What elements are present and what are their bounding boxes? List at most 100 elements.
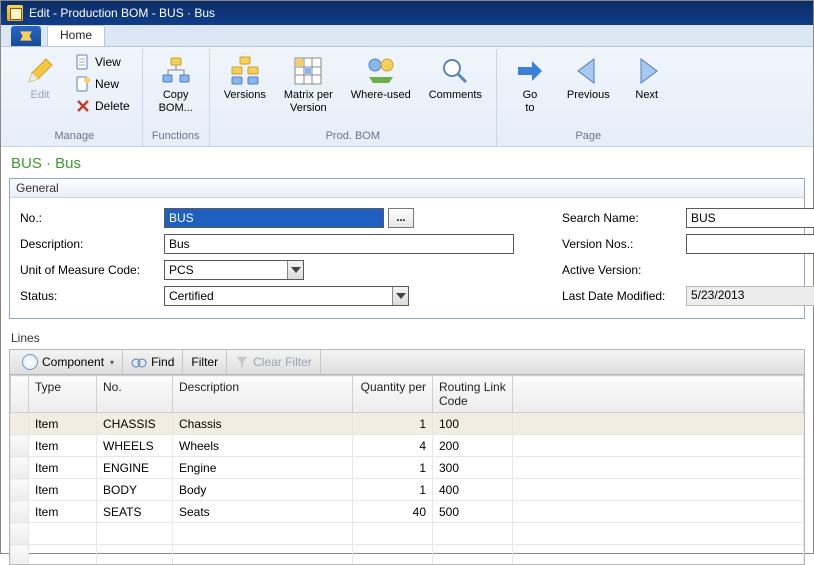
delete-button[interactable]: Delete (71, 95, 134, 117)
col-no[interactable]: No. (97, 376, 173, 413)
cell-type[interactable]: Item (29, 479, 97, 501)
row-selector[interactable] (11, 479, 29, 501)
col-spacer (513, 376, 804, 413)
cell-no[interactable]: SEATS (97, 501, 173, 523)
cell-routing[interactable]: 200 (433, 435, 513, 457)
table-row[interactable]: ItemSEATSSeats40500 (11, 501, 804, 523)
where-used-icon (365, 55, 397, 87)
next-button[interactable]: Next (622, 51, 672, 102)
previous-button[interactable]: Previous (561, 51, 616, 102)
versions-label: Versions (224, 89, 266, 102)
searchname-field[interactable] (686, 208, 814, 228)
label-uom: Unit of Measure Code: (20, 263, 150, 277)
previous-label: Previous (567, 89, 610, 102)
cell-description[interactable]: Chassis (173, 413, 353, 435)
app-menu-icon (19, 29, 33, 43)
cell-qty[interactable]: 1 (353, 413, 433, 435)
ribbon-tabs: Home (1, 25, 813, 47)
cell-type[interactable]: Item (29, 413, 97, 435)
no-lookup-button[interactable]: ... (388, 208, 414, 228)
uom-field[interactable] (164, 260, 304, 280)
group-caption-page: Page (575, 130, 601, 144)
view-label: View (95, 55, 121, 69)
no-field[interactable] (164, 208, 384, 228)
cell-no[interactable]: ENGINE (97, 457, 173, 479)
versionnos-field[interactable] (686, 234, 814, 254)
general-panel: General No.: ... Search Name: Descriptio… (9, 178, 805, 319)
col-routing[interactable]: Routing Link Code (433, 376, 513, 413)
uom-dropdown[interactable] (287, 261, 303, 279)
cell-type[interactable]: Item (29, 457, 97, 479)
cell-no[interactable]: CHASSIS (97, 413, 173, 435)
filter-button[interactable]: Filter (183, 350, 227, 374)
ribbon-group-page: Go to Previous Next Page (497, 49, 680, 146)
ribbon-group-manage: Edit View New Delete Manage (7, 49, 143, 146)
table-row[interactable]: ItemCHASSISChassis1100 (11, 413, 804, 435)
where-used-button[interactable]: Where-used (345, 51, 417, 102)
tab-home[interactable]: Home (47, 25, 105, 46)
col-type[interactable]: Type (29, 376, 97, 413)
funnel-icon (235, 355, 249, 369)
arrow-right-icon (514, 55, 546, 87)
cell-routing[interactable]: 400 (433, 479, 513, 501)
app-menu-button[interactable] (11, 26, 41, 46)
cell-description[interactable]: Wheels (173, 435, 353, 457)
cell-qty[interactable]: 40 (353, 501, 433, 523)
matrix-button[interactable]: Matrix per Version (278, 51, 339, 115)
cell-qty[interactable]: 1 (353, 479, 433, 501)
table-row[interactable] (11, 545, 804, 565)
chevron-down-icon (396, 293, 406, 299)
component-menu[interactable]: Component ▾ (14, 350, 123, 374)
status-dropdown[interactable] (392, 287, 408, 305)
label-activeversion: Active Version: (562, 263, 672, 277)
cell-spacer (513, 435, 804, 457)
cell-description[interactable]: Body (173, 479, 353, 501)
row-selector[interactable] (11, 457, 29, 479)
row-selector[interactable] (11, 501, 29, 523)
status-field[interactable] (164, 286, 409, 306)
cell-qty[interactable]: 1 (353, 457, 433, 479)
comments-button[interactable]: Comments (423, 51, 488, 102)
col-description[interactable]: Description (173, 376, 353, 413)
table-row[interactable] (11, 523, 804, 545)
component-label: Component (42, 355, 104, 369)
cell-spacer (513, 479, 804, 501)
table-row[interactable]: ItemENGINEEngine1300 (11, 457, 804, 479)
matrix-label: Matrix per Version (284, 89, 333, 115)
goto-button[interactable]: Go to (505, 51, 555, 115)
cell-routing[interactable]: 300 (433, 457, 513, 479)
description-field[interactable] (164, 234, 514, 254)
table-row[interactable]: ItemBODYBody1400 (11, 479, 804, 501)
binoculars-icon (131, 354, 147, 370)
goto-label: Go to (523, 89, 538, 115)
row-selector[interactable] (11, 413, 29, 435)
lines-heading: Lines (9, 327, 805, 349)
row-selector-header[interactable] (11, 376, 29, 413)
cell-no[interactable]: BODY (97, 479, 173, 501)
copy-bom-button[interactable]: Copy BOM... (151, 51, 201, 115)
ribbon-group-prodbom: Versions Matrix per Version Where-used (210, 49, 497, 146)
cell-description[interactable]: Engine (173, 457, 353, 479)
cell-description[interactable]: Seats (173, 501, 353, 523)
versions-button[interactable]: Versions (218, 51, 272, 102)
cell-routing[interactable]: 100 (433, 413, 513, 435)
chevron-down-icon (291, 267, 301, 273)
find-label: Find (151, 355, 174, 369)
lines-grid[interactable]: Type No. Description Quantity per Routin… (9, 375, 805, 565)
cell-routing[interactable]: 500 (433, 501, 513, 523)
cell-no[interactable]: WHEELS (97, 435, 173, 457)
view-button[interactable]: View (71, 51, 134, 73)
col-qtyper[interactable]: Quantity per (353, 376, 433, 413)
row-selector[interactable] (11, 435, 29, 457)
clear-filter-label: Clear Filter (253, 355, 312, 369)
cell-type[interactable]: Item (29, 435, 97, 457)
find-button[interactable]: Find (123, 350, 183, 374)
label-lastmodified: Last Date Modified: (562, 289, 672, 303)
cell-qty[interactable]: 4 (353, 435, 433, 457)
document-icon (75, 54, 91, 70)
table-row[interactable]: ItemWHEELSWheels4200 (11, 435, 804, 457)
cell-type[interactable]: Item (29, 501, 97, 523)
breadcrumb: BUS · Bus (1, 147, 813, 176)
new-button[interactable]: New (71, 73, 134, 95)
new-document-icon (75, 76, 91, 92)
